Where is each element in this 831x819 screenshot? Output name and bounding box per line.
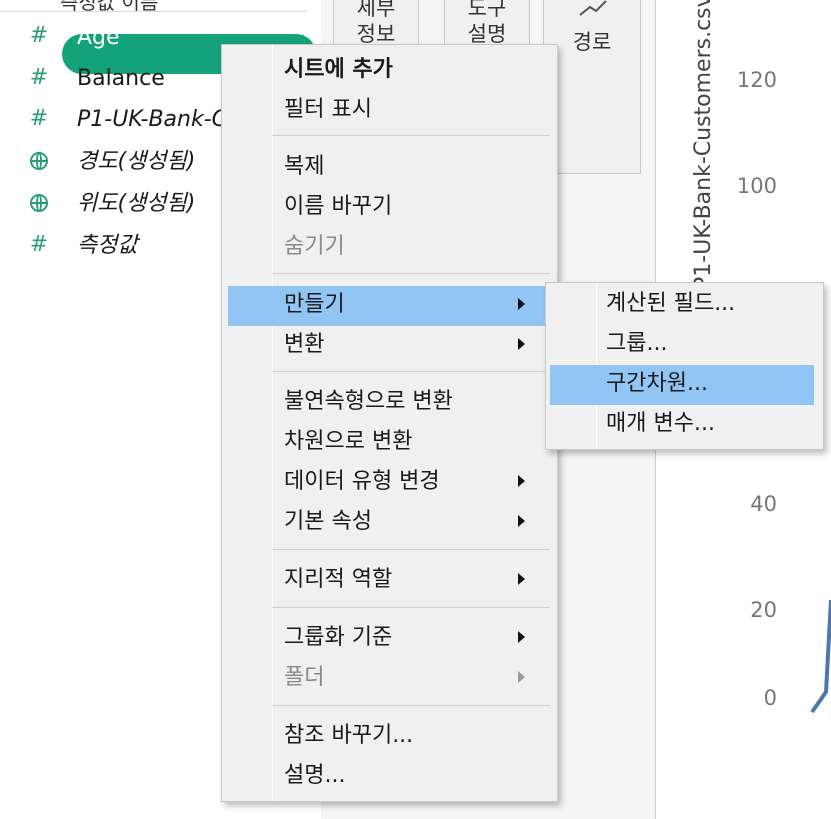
field-label: 경도(생성됨) (77, 149, 196, 174)
y-tick: 120 (736, 68, 777, 92)
menu-item-describe[interactable]: 설명... (228, 757, 550, 797)
menu-item-default-properties[interactable]: 기본 속성 (228, 503, 550, 543)
menu-item-replace-references[interactable]: 참조 바꾸기... (228, 717, 550, 757)
path-icon (579, 0, 607, 16)
hash-icon: # (29, 232, 49, 257)
menu-item-group-by[interactable]: 그룹화 기준 (228, 619, 550, 659)
menu-item-duplicate[interactable]: 복제 (228, 148, 550, 188)
submenu-arrow-icon (518, 671, 525, 683)
submenu-arrow-icon (518, 573, 525, 585)
create-submenu: 계산된 필드... 그룹... 구간차원... 매개 변수... (545, 282, 824, 450)
divider (0, 11, 308, 12)
globe-icon (28, 150, 50, 172)
submenu-item-bins[interactable]: 구간차원... (550, 365, 814, 405)
measure-names-field-label[interactable]: 측정값 이름 (60, 0, 158, 15)
menu-item-show-filter[interactable]: 필터 표시 (228, 91, 550, 131)
y-tick: 20 (750, 598, 777, 622)
card-label-line1: 세부 (356, 0, 396, 20)
submenu-arrow-icon (518, 631, 525, 643)
menu-item-add-to-sheet[interactable]: 시트에 추가 (228, 51, 550, 91)
menu-separator (272, 607, 550, 608)
menu-separator (272, 705, 550, 706)
field-label: Age (77, 25, 120, 50)
submenu-item-parameter[interactable]: 매개 변수... (550, 405, 814, 445)
menu-item-rename[interactable]: 이름 바꾸기 (228, 188, 550, 228)
submenu-arrow-icon (518, 475, 525, 487)
y-tick: 0 (763, 686, 777, 710)
hash-icon: # (29, 23, 49, 48)
card-label-line1: 도구 (467, 0, 507, 20)
menu-item-convert-to-discrete[interactable]: 불연속형으로 변환 (228, 383, 550, 423)
globe-icon (28, 192, 50, 214)
field-label: Balance (77, 66, 165, 91)
menu-item-change-data-type[interactable]: 데이터 유형 변경 (228, 463, 550, 503)
context-menu: 시트에 추가 필터 표시 복제 이름 바꾸기 숨기기 만들기 변환 불연속형으로… (221, 44, 558, 802)
menu-separator (272, 549, 550, 550)
menu-item-folders: 폴더 (228, 659, 550, 699)
submenu-arrow-icon (518, 515, 525, 527)
menu-item-transform[interactable]: 변환 (228, 326, 550, 366)
field-label: P1-UK-Bank-C (77, 107, 228, 132)
menu-item-create[interactable]: 만들기 (228, 286, 550, 326)
menu-separator (272, 371, 550, 372)
hash-icon: # (29, 65, 49, 90)
menu-separator (272, 135, 550, 136)
hash-icon: # (29, 106, 49, 131)
field-label: 측정값 (77, 233, 138, 258)
menu-separator (272, 273, 550, 274)
y-tick: 40 (750, 492, 777, 516)
submenu-arrow-icon (518, 298, 525, 310)
menu-item-convert-to-dimension[interactable]: 차원으로 변환 (228, 423, 550, 463)
menu-item-hide: 숨기기 (284, 234, 345, 259)
submenu-arrow-icon (518, 338, 525, 350)
submenu-item-group[interactable]: 그룹... (550, 325, 814, 365)
menu-item-geographic-role[interactable]: 지리적 역할 (228, 561, 550, 601)
y-axis-title: P1-UK-Bank-Customers.csv의 카운트 (691, 0, 716, 290)
field-label: 위도(생성됨) (77, 191, 196, 216)
card-label-line2: 경로 (572, 30, 612, 54)
y-tick: 100 (736, 174, 777, 198)
submenu-item-calculated-field[interactable]: 계산된 필드... (550, 285, 814, 325)
